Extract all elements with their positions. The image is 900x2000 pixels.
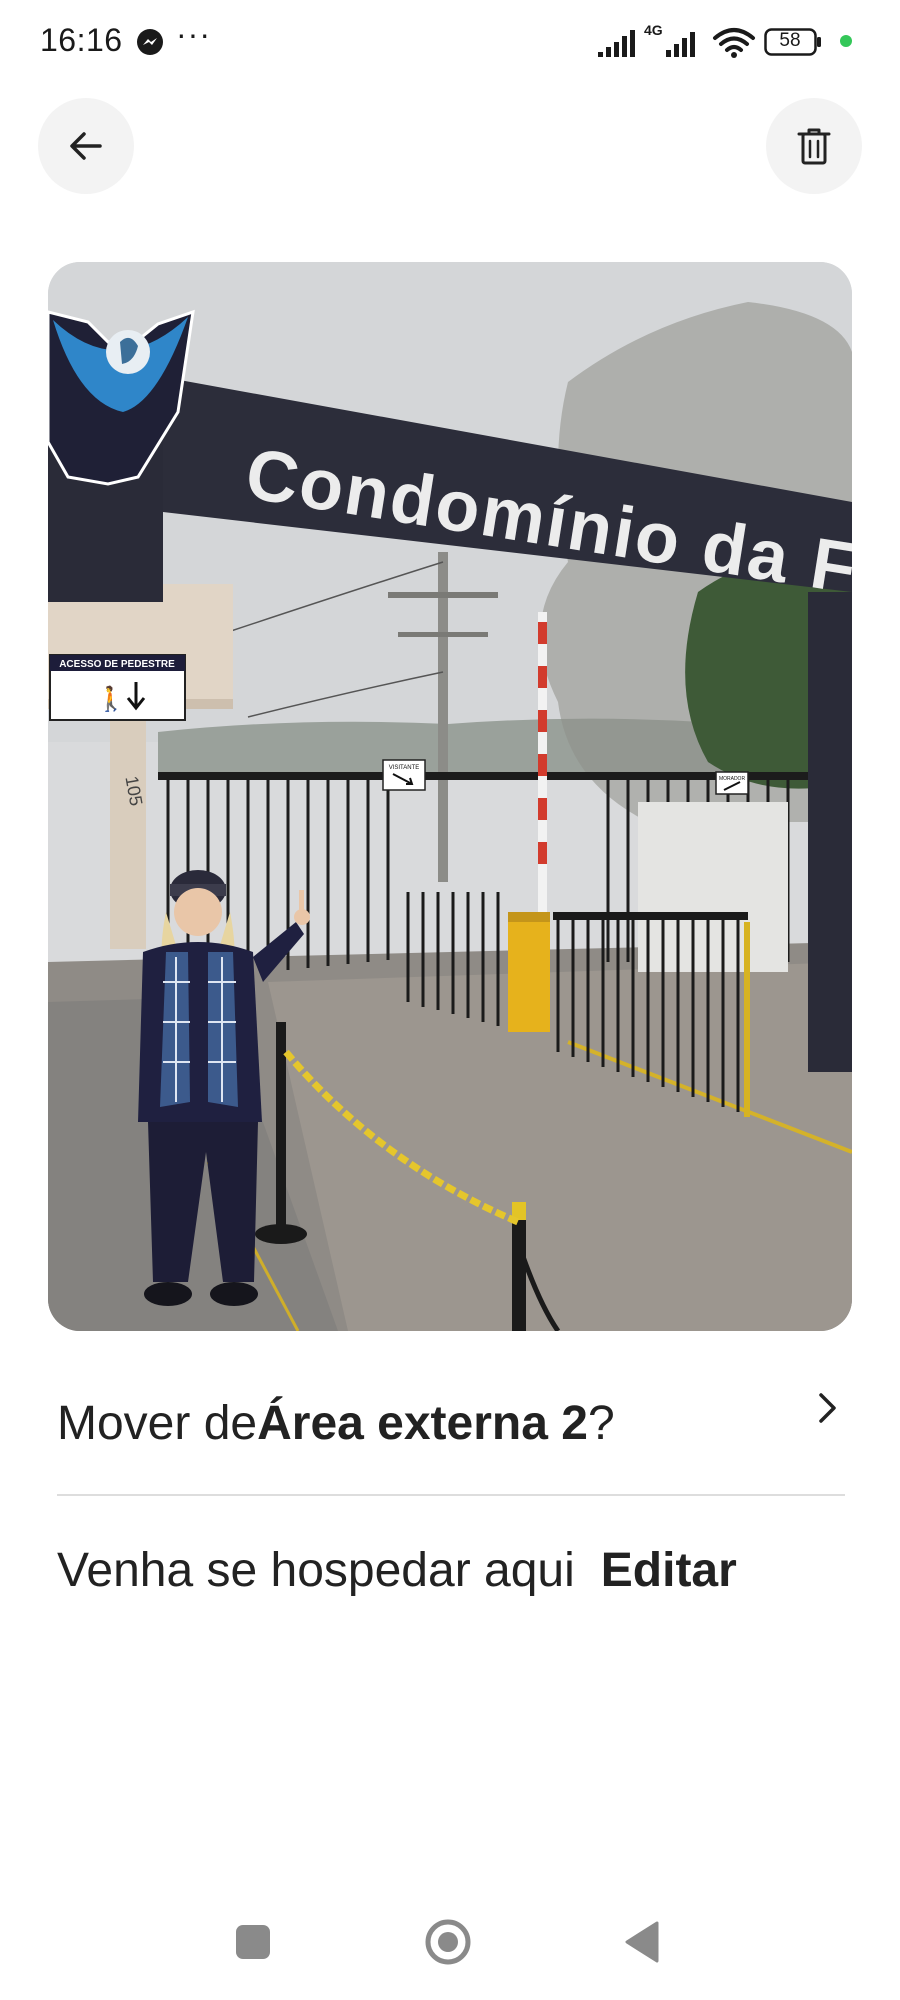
condominium-gate-photo: ACESSO DE PEDESTRE 🚶 105 Condomínio da F… bbox=[48, 262, 852, 1331]
wifi-icon bbox=[713, 28, 755, 58]
move-suffix: ? bbox=[587, 1396, 615, 1450]
pedestrian-sign: ACESSO DE PEDESTRE bbox=[59, 659, 175, 670]
move-area-name: Área externa 2 bbox=[257, 1396, 588, 1450]
chevron-right-icon[interactable] bbox=[812, 1390, 842, 1426]
edit-caption-button[interactable]: Editar bbox=[601, 1543, 737, 1598]
move-photo-row[interactable]: Mover de Área externa 2? bbox=[57, 1388, 847, 1458]
back-button[interactable] bbox=[38, 98, 134, 194]
privacy-indicator-dot bbox=[840, 35, 852, 47]
pedestrian-symbol: 🚶 bbox=[96, 685, 126, 713]
battery-level: 58 bbox=[779, 30, 801, 51]
home-button[interactable] bbox=[424, 1918, 472, 1966]
photo-caption: Venha se hospedar aqui bbox=[57, 1543, 575, 1597]
more-notifications-indicator: ··· bbox=[176, 16, 211, 52]
signal-icon bbox=[598, 30, 635, 57]
recents-button[interactable] bbox=[236, 1925, 270, 1959]
photo-caption-row: Venha se hospedar aqui Editar bbox=[57, 1535, 737, 1605]
morador-sign: MORADOR bbox=[719, 776, 746, 782]
status-time: 16:16 bbox=[40, 22, 123, 58]
delete-photo-button[interactable] bbox=[766, 98, 862, 194]
signal-icon-secondary bbox=[666, 32, 695, 57]
messenger-icon bbox=[137, 29, 163, 55]
trash-icon bbox=[797, 128, 831, 165]
divider bbox=[57, 1494, 845, 1496]
visitor-sign: VISITANTE bbox=[389, 765, 420, 771]
arrow-left-icon bbox=[70, 132, 102, 160]
move-prefix: Mover de bbox=[57, 1396, 258, 1450]
listing-photo[interactable]: ACESSO DE PEDESTRE 🚶 105 Condomínio da F… bbox=[48, 262, 852, 1331]
nav-back-button[interactable] bbox=[624, 1920, 660, 1964]
network-type-label: 4G bbox=[644, 22, 663, 38]
